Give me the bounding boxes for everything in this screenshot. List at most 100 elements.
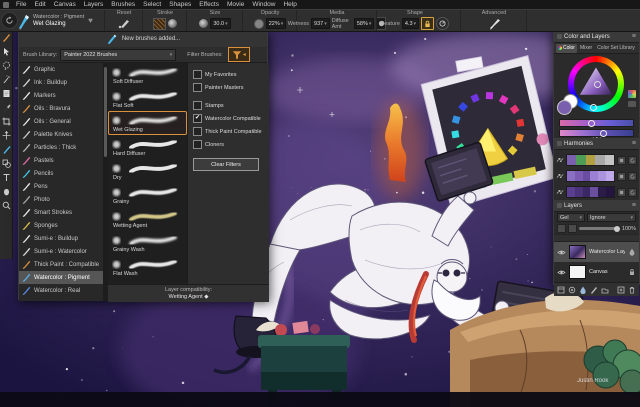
harmony-swatch[interactable] [582, 187, 591, 197]
dropper-tool-icon[interactable] [2, 103, 11, 112]
harmony-swatch[interactable] [606, 171, 614, 181]
tab-color[interactable]: Color [556, 43, 577, 53]
harmony-refresh-icon[interactable] [628, 187, 637, 197]
eye-icon[interactable] [557, 269, 566, 276]
filter-cloners[interactable]: Cloners [193, 138, 269, 151]
color-slider-1[interactable] [559, 119, 634, 127]
dab-icon[interactable] [168, 19, 177, 28]
tab-mixer[interactable]: Mixer [578, 44, 594, 53]
harmony-swatch[interactable] [567, 187, 575, 197]
harmony-swatch[interactable] [567, 155, 577, 165]
arrow-tool-icon[interactable] [2, 47, 11, 56]
checkbox-icon[interactable] [193, 140, 202, 149]
brush-category-graphic[interactable]: Graphic [19, 63, 103, 76]
brush-ghost-button[interactable] [1, 12, 18, 29]
filter-stamps[interactable]: Stamps [193, 99, 269, 112]
brush-variant-dry[interactable]: Dry [108, 159, 187, 183]
harmony-swatch[interactable] [606, 187, 614, 197]
hamburger-icon[interactable]: ≡ [632, 32, 636, 41]
brush-category-sponges[interactable]: Sponges [19, 219, 103, 232]
group-layers-icon[interactable] [601, 286, 609, 294]
hue-selector-ring[interactable] [590, 104, 597, 111]
filter-my-favorites[interactable]: My Favorites [193, 68, 269, 81]
harmony-swatch[interactable] [598, 187, 607, 197]
brush-category-ink-buildup[interactable]: Ink : Buildup [19, 76, 103, 89]
brush-category-thick-paint-compatible[interactable]: Thick Paint : Compatible [19, 258, 103, 271]
brush-category-palette-knives[interactable]: Palette Knives [19, 128, 103, 141]
brush-category-sumi-e-watercolor[interactable]: Sumi-e : Watercolor [19, 245, 103, 258]
layer-row-watercolor-layer[interactable]: Watercolor Layer [554, 242, 639, 262]
pickup-color-icon[interactable] [557, 224, 566, 233]
stroke-texture-icon[interactable] [153, 17, 166, 30]
brush-category-oils-bravura[interactable]: Oils : Bravura [19, 102, 103, 115]
main-color-swatch[interactable] [557, 100, 572, 115]
menu-item-window[interactable]: Window [248, 0, 279, 9]
checkbox-icon[interactable] [193, 83, 202, 92]
brush-variant-hard-diffuser[interactable]: Hard Diffuser [108, 135, 187, 159]
harmony-swatch[interactable] [598, 171, 607, 181]
advanced-brush-icon[interactable] [488, 18, 501, 30]
angle-icon[interactable] [436, 17, 450, 30]
menu-item-shapes[interactable]: Shapes [165, 0, 195, 9]
paper-tool-icon[interactable] [2, 89, 11, 98]
hamburger-icon[interactable]: ≡ [632, 139, 636, 148]
menu-item-select[interactable]: Select [139, 0, 165, 9]
trash-icon[interactable] [628, 286, 636, 294]
wetness-input[interactable]: 937 ▾ [311, 18, 330, 29]
brush-selector[interactable]: Watercolor : Pigment Wet Glazing ♥ [17, 10, 104, 31]
harmony-apply-icon[interactable] [617, 171, 626, 181]
dynamic-plugins-icon[interactable] [568, 286, 576, 294]
text-tool-icon[interactable] [2, 173, 11, 182]
color-options-icon[interactable] [628, 101, 636, 107]
harmony-swatch[interactable] [590, 171, 599, 181]
blend-mode-dropdown[interactable]: Gel ▾ [557, 213, 585, 222]
brush-category-oils-general[interactable]: Oils : General [19, 115, 103, 128]
harmony-swatch[interactable] [567, 171, 575, 181]
composite-depth-dropdown[interactable]: Ignore ▾ [587, 213, 636, 222]
brush-category-markers[interactable]: Markers [19, 89, 103, 102]
filter-thick-paint-compatible[interactable]: Thick Paint Compatible [193, 125, 269, 138]
preserve-transparency-icon[interactable] [568, 224, 577, 233]
new-layer-icon[interactable] [617, 286, 625, 294]
harmony-swatch[interactable] [595, 155, 605, 165]
harmony-swatch[interactable] [574, 187, 583, 197]
color-selector-dot[interactable] [594, 81, 601, 88]
harmony-apply-icon[interactable] [617, 187, 626, 197]
checkbox-icon[interactable]: ✔ [193, 114, 202, 123]
brush-category-photo[interactable]: Photo [19, 193, 103, 206]
brush-variant-grainy-wash[interactable]: Grainy Wash [108, 231, 187, 255]
size-input[interactable]: 30.0 ▾ [210, 18, 231, 29]
lock-icon[interactable] [421, 17, 435, 30]
brush-category-watercolor-pigment[interactable]: Watercolor : Pigment [19, 271, 103, 284]
harmony-swatch[interactable] [590, 187, 599, 197]
brush-category-sumi-e-buildup[interactable]: Sumi-e : Buildup [19, 232, 103, 245]
hand-tool-icon[interactable] [2, 187, 11, 196]
pencil-tool-icon[interactable] [2, 33, 11, 42]
menu-item-layers[interactable]: Layers [80, 0, 108, 9]
filter-brushes-button[interactable]: ◂ [227, 47, 250, 62]
move-tool-icon[interactable] [2, 131, 11, 140]
menu-item-brushes[interactable]: Brushes [107, 0, 139, 9]
brush-category-pencils[interactable]: Pencils [19, 167, 103, 180]
harmony-swatch[interactable] [576, 155, 586, 165]
checkbox-icon[interactable] [193, 101, 202, 110]
brush-tool-icon[interactable] [2, 145, 11, 154]
brush-variant-soft-diffuser[interactable]: Soft Diffuser [108, 63, 187, 87]
harmony-swatch[interactable] [582, 171, 591, 181]
reset-brush-icon[interactable] [118, 18, 130, 29]
checkbox-icon[interactable] [193, 127, 202, 136]
diffuse-amt-input[interactable]: 58% ▾ [353, 18, 375, 29]
tab-color-set-library[interactable]: Color Set Library [595, 44, 637, 53]
harmony-refresh-icon[interactable] [628, 155, 637, 165]
menu-item-file[interactable]: File [12, 0, 30, 9]
clear-filters-button[interactable]: Clear Filters [193, 158, 259, 171]
feature-input[interactable]: 4.3 ▾ [401, 18, 420, 29]
shape-tool-icon[interactable] [2, 159, 11, 168]
harmony-link-icon[interactable] [556, 156, 564, 164]
harmony-link-icon[interactable] [556, 188, 564, 196]
harmony-refresh-icon[interactable] [628, 171, 637, 181]
filter-painter-masters[interactable]: Painter Masters [193, 81, 269, 94]
brush-category-watercolor-real[interactable]: Watercolor : Real [19, 284, 103, 297]
checkbox-icon[interactable] [193, 70, 202, 79]
zoom-tool-icon[interactable] [2, 201, 11, 210]
